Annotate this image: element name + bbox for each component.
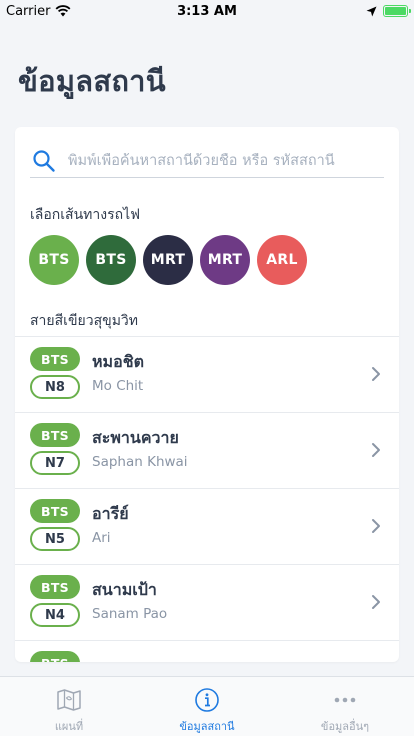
station-row[interactable]: BTS xyxy=(15,640,399,662)
search-bar[interactable] xyxy=(30,144,384,178)
station-name-th: หมอชิต xyxy=(92,352,144,371)
map-icon xyxy=(57,689,81,711)
line-selector: BTS BTS MRT MRT ARL xyxy=(29,235,307,285)
station-row[interactable]: BTS N8 หมอชิต Mo Chit xyxy=(15,336,399,412)
station-row[interactable]: BTS N5 อารีย์ Ari xyxy=(15,488,399,564)
system-badge: BTS xyxy=(30,651,80,662)
tab-label-map: แผนที่ xyxy=(54,720,84,733)
station-code-badge: N5 xyxy=(30,527,80,551)
tab-more[interactable]: ข้อมูลอื่นๆ xyxy=(276,677,414,736)
page-title: ข้อมูลสถานี xyxy=(18,64,166,98)
line-section-label: เลือกเส้นทางรถไฟ xyxy=(30,207,141,223)
line-button-bts-light-green[interactable]: BTS xyxy=(29,235,79,285)
chevron-right-icon xyxy=(372,367,380,381)
status-bar: Carrier 3:13 AM xyxy=(0,0,414,22)
system-badge: BTS xyxy=(30,347,80,371)
station-name-th: สนามเป้า xyxy=(92,580,157,599)
chevron-right-icon xyxy=(372,519,380,533)
station-code-badge: N4 xyxy=(30,603,80,627)
line-button-bts-dark-green[interactable]: BTS xyxy=(86,235,136,285)
wifi-icon xyxy=(56,5,71,17)
more-icon xyxy=(334,697,356,703)
station-code-badge: N8 xyxy=(30,375,80,399)
tab-label-station-info: ข้อมูลสถานี xyxy=(179,720,235,733)
station-name-en: Sanam Pao xyxy=(92,606,168,622)
system-badge: BTS xyxy=(30,575,80,599)
chevron-right-icon xyxy=(372,443,380,457)
station-list: BTS N8 หมอชิต Mo Chit BTS N7 สะพานควาย S… xyxy=(15,336,399,662)
station-name-en: Ari xyxy=(92,530,111,546)
line-button-mrt-blue[interactable]: MRT xyxy=(143,235,193,285)
search-input[interactable] xyxy=(68,152,368,169)
station-name-th: อารีย์ xyxy=(92,504,129,523)
station-code-badge: N7 xyxy=(30,451,80,475)
search-icon xyxy=(33,149,55,172)
station-row[interactable]: BTS N4 สนามเป้า Sanam Pao xyxy=(15,564,399,640)
info-icon xyxy=(195,688,219,712)
tab-station-info[interactable]: ข้อมูลสถานี xyxy=(138,677,276,736)
route-label: สายสีเขียวสุขุมวิท xyxy=(30,313,139,329)
system-badge: BTS xyxy=(30,423,80,447)
station-name-th: สะพานควาย xyxy=(92,428,179,447)
system-badge: BTS xyxy=(30,499,80,523)
chevron-right-icon xyxy=(372,595,380,609)
location-arrow-icon xyxy=(366,6,377,16)
station-row[interactable]: BTS N7 สะพานควาย Saphan Khwai xyxy=(15,412,399,488)
tab-label-more: ข้อมูลอื่นๆ xyxy=(320,720,370,733)
station-name-en: Mo Chit xyxy=(92,378,144,394)
station-card: เลือกเส้นทางรถไฟ BTS BTS MRT MRT ARL สาย… xyxy=(15,127,399,662)
tab-map[interactable]: แผนที่ xyxy=(0,677,138,736)
tab-bar: แผนที่ ข้อมูลสถานี ข้อมูลอื่นๆ xyxy=(0,676,414,736)
station-name-en: Saphan Khwai xyxy=(92,454,188,470)
carrier-label: Carrier xyxy=(6,3,51,19)
line-button-mrt-purple[interactable]: MRT xyxy=(200,235,250,285)
line-button-arl[interactable]: ARL xyxy=(257,235,307,285)
battery-icon xyxy=(383,5,411,17)
